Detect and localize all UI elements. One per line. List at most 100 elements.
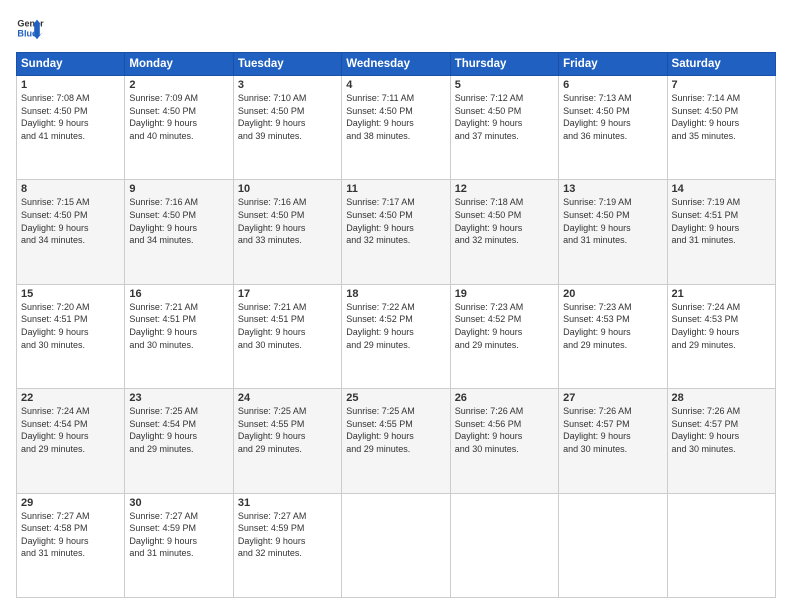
day-info: Sunrise: 7:24 AM Sunset: 4:53 PM Dayligh…: [672, 301, 771, 351]
day-info: Sunrise: 7:25 AM Sunset: 4:55 PM Dayligh…: [346, 405, 445, 455]
calendar-cell: 10Sunrise: 7:16 AM Sunset: 4:50 PM Dayli…: [233, 180, 341, 284]
svg-text:Blue: Blue: [17, 28, 37, 38]
day-info: Sunrise: 7:24 AM Sunset: 4:54 PM Dayligh…: [21, 405, 120, 455]
day-number: 18: [346, 288, 445, 300]
header: General Blue: [16, 14, 776, 42]
day-info: Sunrise: 7:27 AM Sunset: 4:58 PM Dayligh…: [21, 510, 120, 560]
day-info: Sunrise: 7:21 AM Sunset: 4:51 PM Dayligh…: [238, 301, 337, 351]
col-header-thursday: Thursday: [450, 53, 558, 76]
calendar-cell: 30Sunrise: 7:27 AM Sunset: 4:59 PM Dayli…: [125, 493, 233, 597]
calendar-cell: 26Sunrise: 7:26 AM Sunset: 4:56 PM Dayli…: [450, 389, 558, 493]
day-number: 10: [238, 183, 337, 195]
day-number: 1: [21, 79, 120, 91]
day-number: 7: [672, 79, 771, 91]
day-number: 5: [455, 79, 554, 91]
calendar-cell: 13Sunrise: 7:19 AM Sunset: 4:50 PM Dayli…: [559, 180, 667, 284]
day-number: 13: [563, 183, 662, 195]
week-row-4: 22Sunrise: 7:24 AM Sunset: 4:54 PM Dayli…: [17, 389, 776, 493]
day-number: 16: [129, 288, 228, 300]
calendar-cell: 7Sunrise: 7:14 AM Sunset: 4:50 PM Daylig…: [667, 76, 775, 180]
day-number: 3: [238, 79, 337, 91]
calendar-cell: 28Sunrise: 7:26 AM Sunset: 4:57 PM Dayli…: [667, 389, 775, 493]
calendar-cell: [667, 493, 775, 597]
day-info: Sunrise: 7:13 AM Sunset: 4:50 PM Dayligh…: [563, 92, 662, 142]
week-row-2: 8Sunrise: 7:15 AM Sunset: 4:50 PM Daylig…: [17, 180, 776, 284]
day-info: Sunrise: 7:12 AM Sunset: 4:50 PM Dayligh…: [455, 92, 554, 142]
calendar-cell: 17Sunrise: 7:21 AM Sunset: 4:51 PM Dayli…: [233, 284, 341, 388]
day-number: 20: [563, 288, 662, 300]
day-info: Sunrise: 7:16 AM Sunset: 4:50 PM Dayligh…: [238, 196, 337, 246]
day-info: Sunrise: 7:25 AM Sunset: 4:54 PM Dayligh…: [129, 405, 228, 455]
calendar-cell: 12Sunrise: 7:18 AM Sunset: 4:50 PM Dayli…: [450, 180, 558, 284]
day-number: 9: [129, 183, 228, 195]
calendar-cell: 6Sunrise: 7:13 AM Sunset: 4:50 PM Daylig…: [559, 76, 667, 180]
calendar-cell: 4Sunrise: 7:11 AM Sunset: 4:50 PM Daylig…: [342, 76, 450, 180]
calendar-cell: 19Sunrise: 7:23 AM Sunset: 4:52 PM Dayli…: [450, 284, 558, 388]
day-info: Sunrise: 7:23 AM Sunset: 4:53 PM Dayligh…: [563, 301, 662, 351]
day-info: Sunrise: 7:19 AM Sunset: 4:50 PM Dayligh…: [563, 196, 662, 246]
col-header-friday: Friday: [559, 53, 667, 76]
day-info: Sunrise: 7:10 AM Sunset: 4:50 PM Dayligh…: [238, 92, 337, 142]
calendar-cell: 27Sunrise: 7:26 AM Sunset: 4:57 PM Dayli…: [559, 389, 667, 493]
calendar-cell: [342, 493, 450, 597]
day-info: Sunrise: 7:20 AM Sunset: 4:51 PM Dayligh…: [21, 301, 120, 351]
day-info: Sunrise: 7:09 AM Sunset: 4:50 PM Dayligh…: [129, 92, 228, 142]
calendar-cell: 3Sunrise: 7:10 AM Sunset: 4:50 PM Daylig…: [233, 76, 341, 180]
logo-icon: General Blue: [16, 14, 44, 42]
day-number: 29: [21, 497, 120, 509]
day-number: 14: [672, 183, 771, 195]
calendar-cell: [559, 493, 667, 597]
day-number: 25: [346, 392, 445, 404]
calendar-cell: 9Sunrise: 7:16 AM Sunset: 4:50 PM Daylig…: [125, 180, 233, 284]
calendar-cell: 21Sunrise: 7:24 AM Sunset: 4:53 PM Dayli…: [667, 284, 775, 388]
col-header-sunday: Sunday: [17, 53, 125, 76]
calendar-cell: 20Sunrise: 7:23 AM Sunset: 4:53 PM Dayli…: [559, 284, 667, 388]
calendar-cell: 5Sunrise: 7:12 AM Sunset: 4:50 PM Daylig…: [450, 76, 558, 180]
day-info: Sunrise: 7:25 AM Sunset: 4:55 PM Dayligh…: [238, 405, 337, 455]
logo: General Blue: [16, 14, 44, 42]
day-info: Sunrise: 7:19 AM Sunset: 4:51 PM Dayligh…: [672, 196, 771, 246]
col-header-tuesday: Tuesday: [233, 53, 341, 76]
calendar-cell: 16Sunrise: 7:21 AM Sunset: 4:51 PM Dayli…: [125, 284, 233, 388]
calendar-cell: 31Sunrise: 7:27 AM Sunset: 4:59 PM Dayli…: [233, 493, 341, 597]
day-number: 19: [455, 288, 554, 300]
day-info: Sunrise: 7:27 AM Sunset: 4:59 PM Dayligh…: [238, 510, 337, 560]
calendar-cell: 29Sunrise: 7:27 AM Sunset: 4:58 PM Dayli…: [17, 493, 125, 597]
day-number: 2: [129, 79, 228, 91]
col-header-saturday: Saturday: [667, 53, 775, 76]
week-row-3: 15Sunrise: 7:20 AM Sunset: 4:51 PM Dayli…: [17, 284, 776, 388]
day-number: 15: [21, 288, 120, 300]
calendar-cell: 22Sunrise: 7:24 AM Sunset: 4:54 PM Dayli…: [17, 389, 125, 493]
col-header-monday: Monday: [125, 53, 233, 76]
calendar-cell: [450, 493, 558, 597]
calendar-table: SundayMondayTuesdayWednesdayThursdayFrid…: [16, 52, 776, 598]
day-info: Sunrise: 7:26 AM Sunset: 4:57 PM Dayligh…: [563, 405, 662, 455]
day-number: 23: [129, 392, 228, 404]
day-number: 17: [238, 288, 337, 300]
day-number: 31: [238, 497, 337, 509]
day-number: 11: [346, 183, 445, 195]
day-number: 26: [455, 392, 554, 404]
day-info: Sunrise: 7:22 AM Sunset: 4:52 PM Dayligh…: [346, 301, 445, 351]
day-number: 22: [21, 392, 120, 404]
calendar-cell: 2Sunrise: 7:09 AM Sunset: 4:50 PM Daylig…: [125, 76, 233, 180]
calendar-cell: 24Sunrise: 7:25 AM Sunset: 4:55 PM Dayli…: [233, 389, 341, 493]
week-row-1: 1Sunrise: 7:08 AM Sunset: 4:50 PM Daylig…: [17, 76, 776, 180]
day-number: 30: [129, 497, 228, 509]
day-info: Sunrise: 7:17 AM Sunset: 4:50 PM Dayligh…: [346, 196, 445, 246]
page: General Blue SundayMondayTuesdayWednesda…: [0, 0, 792, 612]
day-number: 21: [672, 288, 771, 300]
calendar-cell: 23Sunrise: 7:25 AM Sunset: 4:54 PM Dayli…: [125, 389, 233, 493]
day-info: Sunrise: 7:15 AM Sunset: 4:50 PM Dayligh…: [21, 196, 120, 246]
day-info: Sunrise: 7:26 AM Sunset: 4:56 PM Dayligh…: [455, 405, 554, 455]
day-info: Sunrise: 7:16 AM Sunset: 4:50 PM Dayligh…: [129, 196, 228, 246]
calendar-cell: 18Sunrise: 7:22 AM Sunset: 4:52 PM Dayli…: [342, 284, 450, 388]
day-number: 27: [563, 392, 662, 404]
day-info: Sunrise: 7:14 AM Sunset: 4:50 PM Dayligh…: [672, 92, 771, 142]
day-info: Sunrise: 7:21 AM Sunset: 4:51 PM Dayligh…: [129, 301, 228, 351]
day-info: Sunrise: 7:18 AM Sunset: 4:50 PM Dayligh…: [455, 196, 554, 246]
day-number: 28: [672, 392, 771, 404]
col-header-wednesday: Wednesday: [342, 53, 450, 76]
day-info: Sunrise: 7:27 AM Sunset: 4:59 PM Dayligh…: [129, 510, 228, 560]
day-number: 12: [455, 183, 554, 195]
